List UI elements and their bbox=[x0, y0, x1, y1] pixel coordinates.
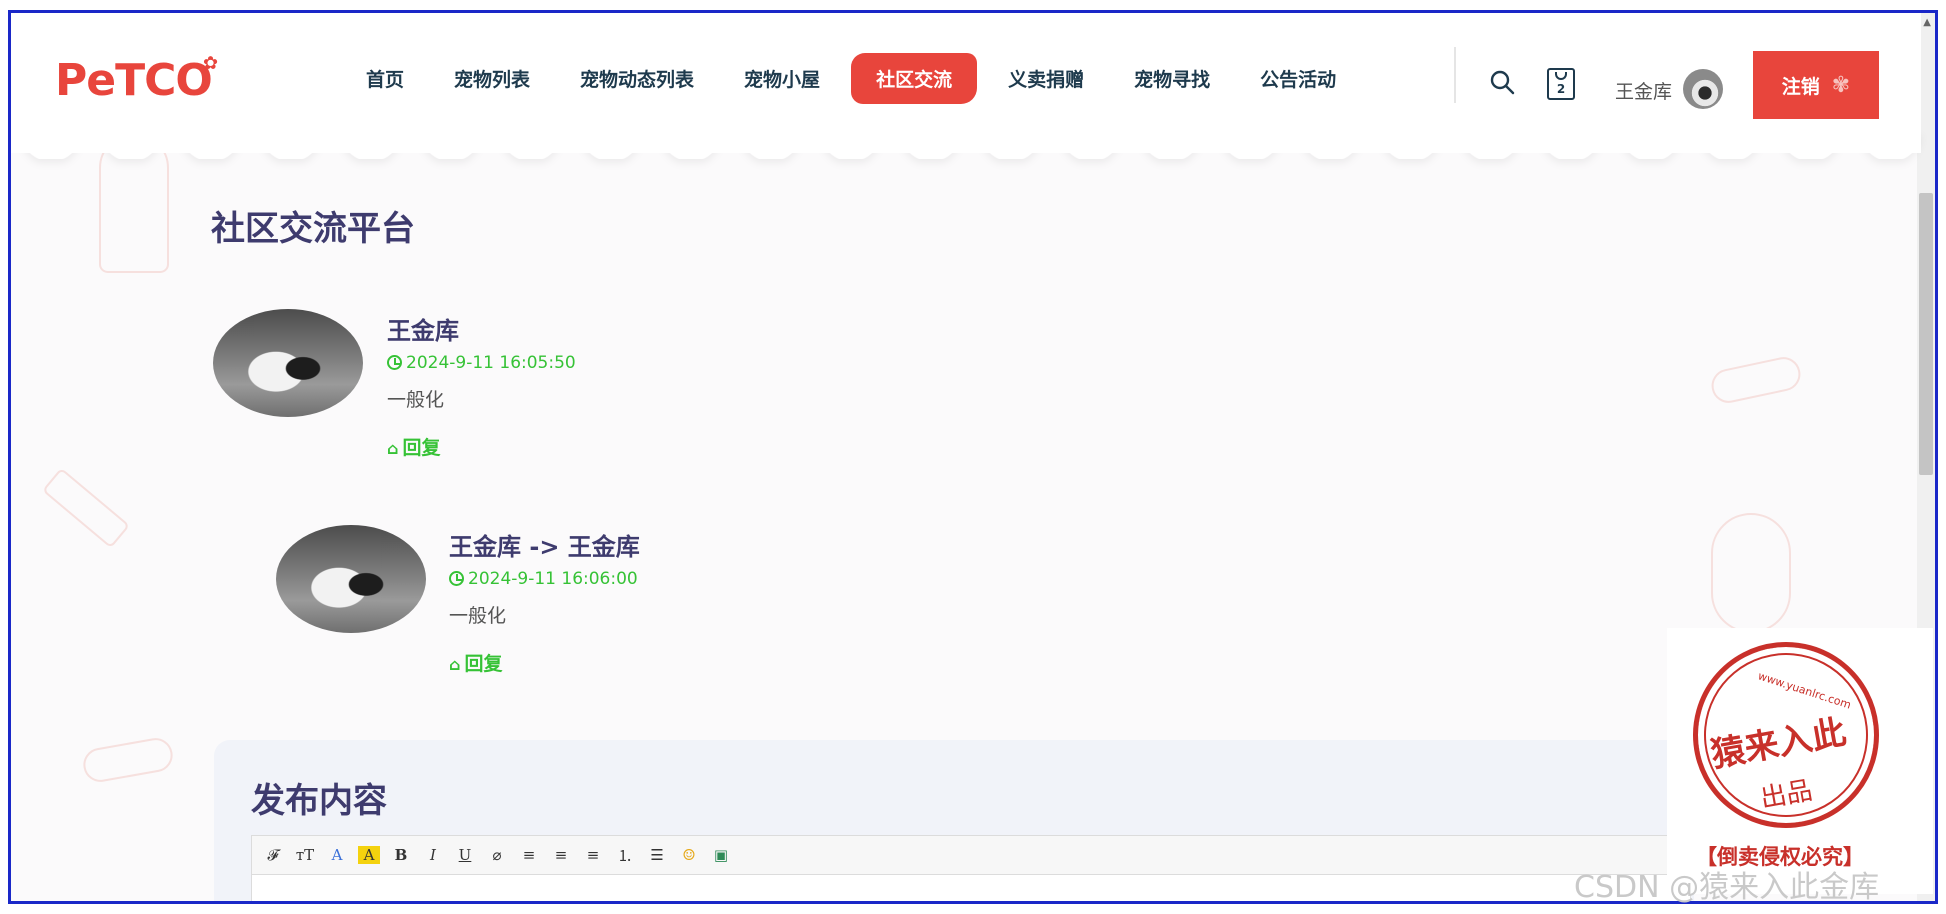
nav-item-charity[interactable]: 义卖捐赠 bbox=[983, 53, 1109, 104]
nav-item-announcements[interactable]: 公告活动 bbox=[1235, 53, 1361, 104]
comment-time: 2024-9-11 16:05:50 bbox=[387, 353, 576, 373]
highlight-button[interactable]: A bbox=[358, 846, 380, 864]
search-icon[interactable] bbox=[1489, 69, 1515, 95]
publish-title: 发布内容 bbox=[251, 781, 387, 821]
comment-avatar bbox=[276, 525, 426, 633]
align-left-button[interactable]: ≡ bbox=[518, 846, 540, 864]
reply-icon: ⌂ bbox=[449, 655, 461, 674]
main-nav: 首页 宠物列表 宠物动态列表 宠物小屋 社区交流 义卖捐赠 宠物寻找 公告活动 bbox=[341, 53, 1361, 104]
csdn-watermark: CSDN @猿来入此金库 bbox=[1574, 870, 1880, 905]
comment-text: 一般化 bbox=[449, 605, 507, 627]
logout-button[interactable]: 注销 ✾ bbox=[1753, 51, 1879, 119]
editor-toolbar: 𝓕 тT A A B I U ⌀ ≡ ≡ ≡ ⒈ ☰ ☺ ▣ bbox=[251, 835, 1691, 875]
user-name[interactable]: 王金库 bbox=[1615, 77, 1672, 104]
clock-icon bbox=[387, 355, 402, 370]
scrollbar-thumb[interactable] bbox=[1919, 193, 1933, 475]
italic-button[interactable]: I bbox=[422, 846, 444, 864]
clock-icon bbox=[449, 571, 464, 586]
font-size-button[interactable]: тT bbox=[294, 846, 316, 864]
nav-item-pet-house[interactable]: 宠物小屋 bbox=[719, 53, 845, 104]
unordered-list-button[interactable]: ☰ bbox=[646, 846, 668, 864]
align-right-button[interactable]: ≡ bbox=[582, 846, 604, 864]
font-family-button[interactable]: 𝓕 bbox=[262, 846, 284, 864]
emoji-button[interactable]: ☺ bbox=[678, 846, 700, 864]
font-color-button[interactable]: A bbox=[326, 846, 348, 864]
bunny-doodle bbox=[1711, 513, 1791, 633]
comb-doodle bbox=[41, 467, 131, 549]
scroll-up-icon[interactable]: ▲ bbox=[1923, 17, 1931, 28]
browser-viewport: PeTCO ✿ 首页 宠物列表 宠物动态列表 宠物小屋 社区交流 义卖捐赠 宠物… bbox=[8, 10, 1938, 904]
cart-count-badge: 2 bbox=[1556, 82, 1566, 96]
user-avatar[interactable] bbox=[1683, 69, 1723, 109]
ordered-list-button[interactable]: ⒈ bbox=[614, 845, 636, 866]
site-header: PeTCO ✿ 首页 宠物列表 宠物动态列表 宠物小屋 社区交流 义卖捐赠 宠物… bbox=[11, 13, 1921, 153]
clear-format-button[interactable]: ⌀ bbox=[486, 846, 508, 864]
bone-doodle-right bbox=[1708, 354, 1804, 406]
comment-text: 一般化 bbox=[387, 389, 445, 411]
align-center-button[interactable]: ≡ bbox=[550, 846, 572, 864]
bone-doodle bbox=[80, 735, 176, 785]
reply-label: 回复 bbox=[464, 653, 503, 675]
comment-author: 王金库 bbox=[387, 317, 459, 345]
nav-item-pet-feed[interactable]: 宠物动态列表 bbox=[555, 53, 719, 104]
reply-button[interactable]: ⌂ 回复 bbox=[449, 649, 502, 676]
comment-time: 2024-9-11 16:06:00 bbox=[449, 569, 638, 589]
cart-icon[interactable]: 2 bbox=[1547, 68, 1575, 100]
header-divider bbox=[1454, 47, 1456, 103]
logout-label: 注销 bbox=[1781, 75, 1820, 98]
comment-author: 王金库 -> 王金库 bbox=[449, 533, 640, 561]
bold-button[interactable]: B bbox=[390, 846, 412, 864]
reply-icon: ⌂ bbox=[387, 439, 399, 458]
nav-item-community[interactable]: 社区交流 bbox=[851, 53, 978, 104]
comment-time-text: 2024-9-11 16:06:00 bbox=[468, 569, 638, 589]
petco-logo[interactable]: PeTCO bbox=[55, 55, 213, 106]
cart-handle bbox=[1555, 72, 1567, 80]
nav-item-pet-search[interactable]: 宠物寻找 bbox=[1109, 53, 1235, 104]
nav-item-home[interactable]: 首页 bbox=[341, 53, 429, 104]
comment-time-text: 2024-9-11 16:05:50 bbox=[406, 353, 576, 373]
paw-icon: ✾ bbox=[1831, 72, 1851, 98]
reply-label: 回复 bbox=[402, 437, 441, 459]
editor-body[interactable] bbox=[251, 875, 1691, 901]
comment-avatar bbox=[213, 309, 363, 417]
paw-logo-icon: ✿ bbox=[203, 53, 219, 74]
page-title: 社区交流平台 bbox=[211, 209, 415, 249]
insert-image-button[interactable]: ▣ bbox=[710, 846, 732, 864]
nav-item-pet-list[interactable]: 宠物列表 bbox=[429, 53, 555, 104]
reply-button[interactable]: ⌂ 回复 bbox=[387, 433, 440, 460]
underline-button[interactable]: U bbox=[454, 846, 476, 864]
